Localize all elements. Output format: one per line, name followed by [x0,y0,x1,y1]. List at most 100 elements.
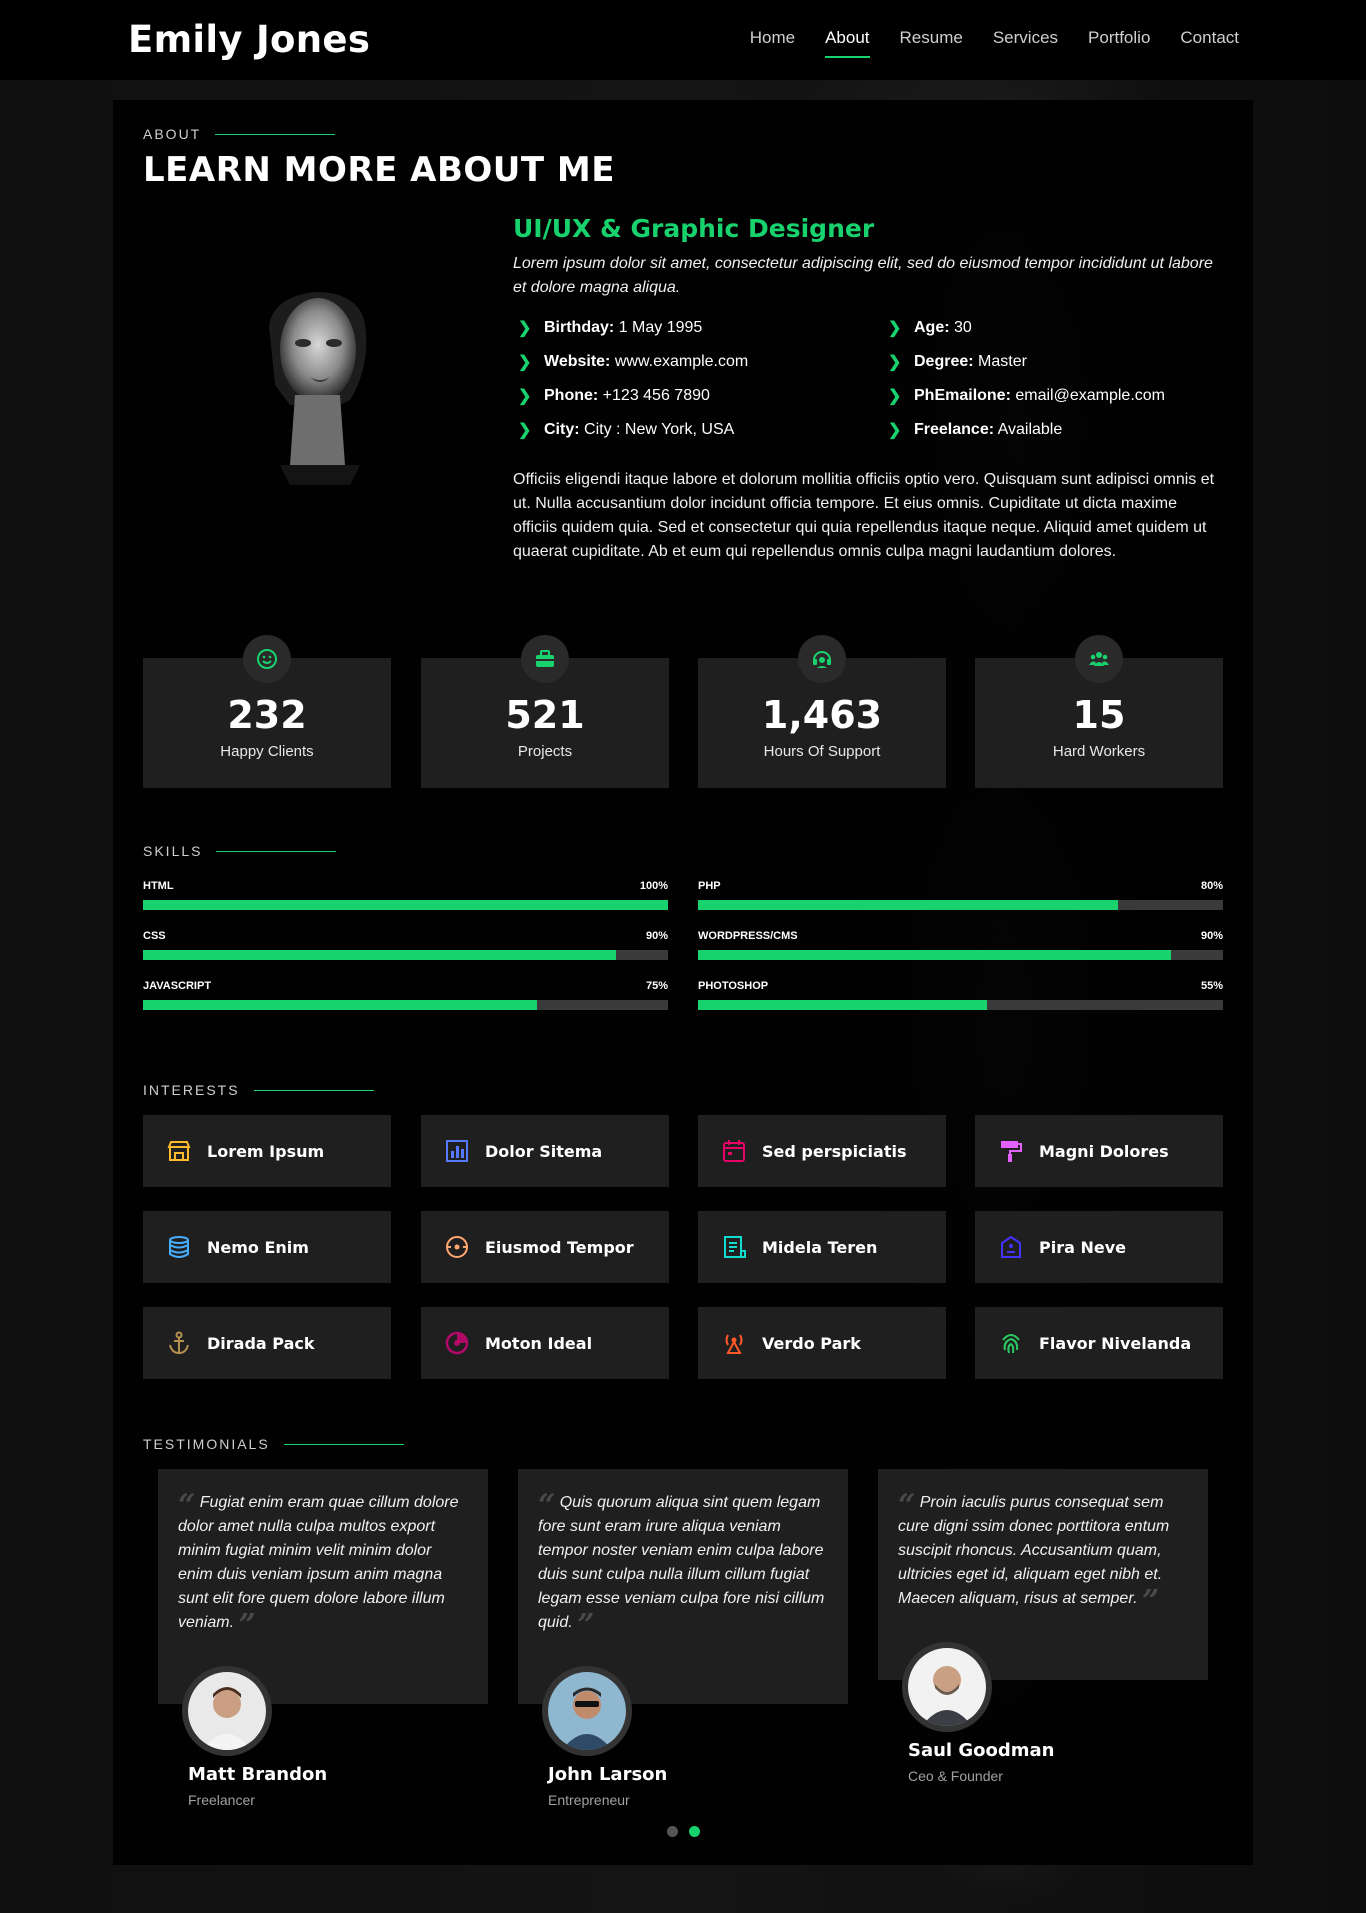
testimonial-name: John Larson [548,1764,668,1785]
carousel-dot-active[interactable] [689,1826,700,1837]
skill-head: PHP 80% [698,880,1223,892]
interest-card[interactable]: Pira Neve [975,1211,1223,1283]
fact-label: Freelance: [914,421,995,438]
interest-label: Flavor Nivelanda [1039,1333,1192,1353]
chevron-right-icon: ❯ [518,354,532,371]
interest-card[interactable]: Sed perspiciatis [698,1115,946,1187]
section-label-interests: INTERESTS [143,1082,374,1098]
stat-label: Happy Clients [220,743,314,760]
testimonial-card: “ Fugiat enim eram quae cillum dolore do… [158,1469,488,1704]
chevron-right-icon: ❯ [518,320,532,337]
calendar-icon [720,1137,748,1165]
interest-card[interactable]: Midela Teren [698,1211,946,1283]
interest-card[interactable]: Eiusmod Tempor [421,1211,669,1283]
fact-website: ❯ Website: www.example.com [518,352,748,372]
chevron-right-icon: ❯ [888,354,902,371]
skill-item: PHP 80% [698,880,1223,910]
skill-progress-bar [143,950,668,960]
fingerprint-icon [997,1329,1025,1357]
carousel-dot[interactable] [667,1826,678,1837]
stat-card-hours-support: 1,463 Hours Of Support [698,635,946,788]
content-layer: ABOUT LEARN MORE ABOUT ME UI/UX & Graphi… [0,0,1366,1913]
interest-label: Dirada Pack [207,1333,315,1353]
interest-card[interactable]: Dirada Pack [143,1307,391,1379]
testimonial-role: Freelancer [188,1792,255,1808]
section-label-text: TESTIMONIALS [143,1436,270,1452]
skill-head: JAVASCRIPT 75% [143,980,668,992]
avatar [902,1642,992,1732]
chevron-right-icon: ❯ [518,388,532,405]
section-label-testimonials: TESTIMONIALS [143,1436,404,1452]
stat-value: 521 [505,693,585,737]
section-label-line [215,133,336,135]
section-label-line [253,1089,374,1091]
skill-name: WORDPRESS/CMS [698,930,798,942]
fact-degree: ❯ Degree: Master [888,352,1027,372]
skill-progress-fill [143,1000,537,1010]
fact-label: Birthday: [544,319,615,336]
stat-card-projects: 521 Projects [421,635,669,788]
fact-value: 1 May 1995 [618,319,703,336]
skill-progress-bar [698,900,1223,910]
fact-age: ❯ Age: 30 [888,318,972,338]
skill-percent: 90% [645,930,668,942]
interest-card[interactable]: Nemo Enim [143,1211,391,1283]
bar-chart-icon [443,1137,471,1165]
skill-item: PHOTOSHOP 55% [698,980,1223,1010]
chevron-right-icon: ❯ [888,422,902,439]
skill-head: PHOTOSHOP 55% [698,980,1223,992]
interest-card[interactable]: Verdo Park [698,1307,946,1379]
section-label-text: INTERESTS [143,1082,240,1098]
stat-value: 1,463 [761,693,883,737]
skill-name: HTML [143,880,174,892]
skill-percent: 90% [1200,930,1223,942]
fact-value: City : New York, USA [584,421,735,438]
gradienter-icon [443,1233,471,1261]
skill-percent: 100% [639,880,668,892]
interest-label: Moton Ideal [485,1333,593,1353]
interest-label: Lorem Ipsum [207,1141,325,1161]
interest-card[interactable]: Magni Dolores [975,1115,1223,1187]
fact-city: ❯ City: City : New York, USA [518,420,734,440]
skill-progress-fill [698,900,1118,910]
interest-card[interactable]: Flavor Nivelanda [975,1307,1223,1379]
testimonial-quote: Proin iaculis purus consequat sem cure d… [898,1494,1170,1607]
skill-name: JAVASCRIPT [143,980,212,992]
stat-value: 15 [1072,693,1126,737]
interest-card[interactable]: Moton Ideal [421,1307,669,1379]
paint-roller-icon [997,1137,1025,1165]
skill-percent: 80% [1200,880,1223,892]
skill-head: CSS 90% [143,930,668,942]
intro-text: Lorem ipsum dolor sit amet, consectetur … [513,255,1213,296]
store-icon [165,1137,193,1165]
fact-value: +123 456 7890 [602,387,710,404]
testimonial-role: Entrepreneur [548,1792,630,1808]
skill-progress-bar [698,1000,1223,1010]
section-label-text: SKILLS [143,843,203,859]
skill-name: PHP [698,880,721,892]
chevron-right-icon: ❯ [888,388,902,405]
skill-percent: 75% [645,980,668,992]
interest-card[interactable]: Dolor Sitema [421,1115,669,1187]
profile-photo [269,292,367,485]
skill-progress-fill [698,950,1171,960]
testimonial-name: Saul Goodman [908,1740,1055,1761]
skill-progress-fill [143,950,616,960]
quote-right-icon: ” [238,1608,256,1643]
fact-label: PhEmailone: [914,387,1011,404]
job-title: UI/UX & Graphic Designer [513,214,875,243]
skill-progress-bar [698,950,1223,960]
skill-percent: 55% [1200,980,1223,992]
fact-value: email@example.com [1015,387,1165,404]
skill-item: CSS 90% [143,930,668,960]
fact-phone: ❯ Phone: +123 456 7890 [518,386,710,406]
interest-card[interactable]: Lorem Ipsum [143,1115,391,1187]
stat-label: Hard Workers [1052,743,1146,760]
fact-label: City: [544,421,580,438]
about-description: Officiis eligendi itaque labore et dolor… [513,471,1215,560]
fact-birthday: ❯ Birthday: 1 May 1995 [518,318,702,338]
chevron-right-icon: ❯ [888,320,902,337]
fact-value: Master [978,353,1027,370]
interest-label: Nemo Enim [207,1237,309,1257]
interest-label: Midela Teren [762,1237,878,1257]
